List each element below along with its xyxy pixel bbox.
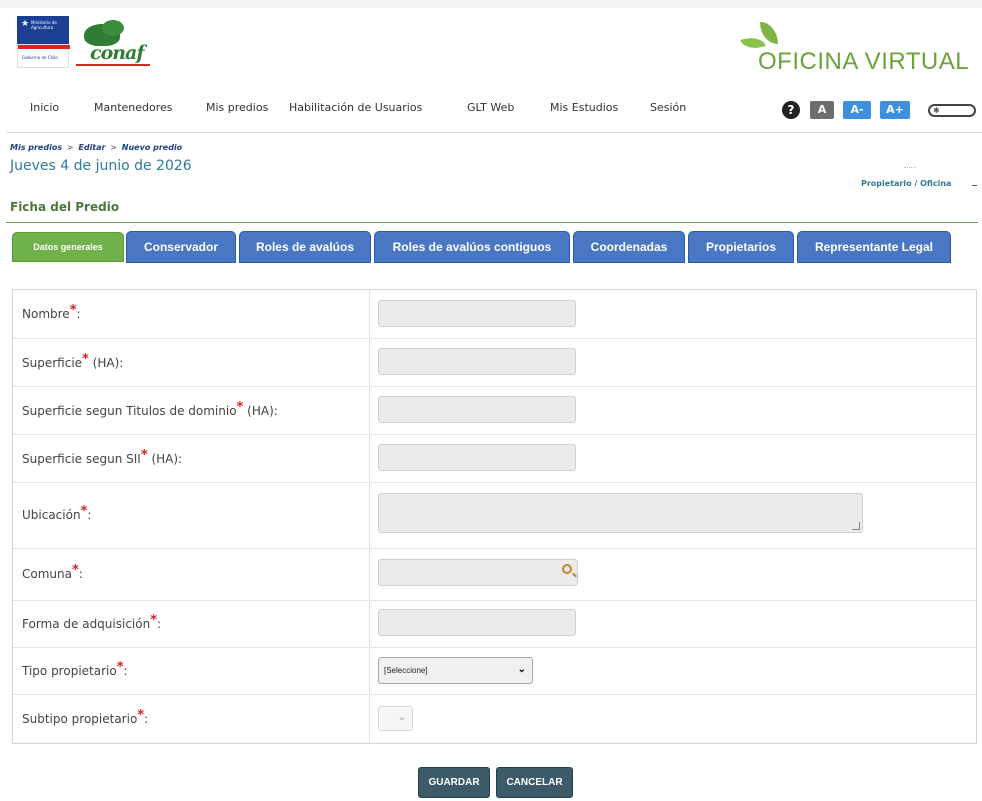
required-marker: * <box>236 400 244 415</box>
form-row-nombre: Nombre*: <box>13 290 976 339</box>
label-forma-adquisicion: Forma de adquisición*: <box>22 613 162 631</box>
comuna-input[interactable] <box>378 559 578 586</box>
font-normal-button[interactable]: A <box>810 101 834 119</box>
gobierno-logo-text: Ministerio de Agricultura <box>31 20 57 30</box>
required-marker: * <box>140 448 148 463</box>
header-divider <box>6 132 982 133</box>
label-superficie: Superficie* (HA): <box>22 352 124 370</box>
required-marker: * <box>69 303 77 318</box>
form-row-tipo-propietario: Tipo propietario*: [Seleccione] ⌄ <box>13 648 976 695</box>
cancel-button[interactable]: CANCELAR <box>496 767 573 798</box>
current-date: Jueves 4 de junio de 2026 <box>10 158 192 174</box>
contrast-toggle[interactable]: ✱ <box>928 104 976 117</box>
top-strip <box>0 0 982 8</box>
oficina-virtual-logo: OFICINA VIRTUAL <box>738 18 978 76</box>
superficie-sii-input[interactable] <box>378 444 576 471</box>
font-smaller-button[interactable]: A- <box>843 101 871 119</box>
nav-item-sesion[interactable]: Sesión <box>650 101 686 114</box>
tab-roles-avaluos-contiguos[interactable]: Roles de avalúos contiguos <box>374 231 570 263</box>
form-row-superficie-titulos: Superficie segun Titulos de dominio* (HA… <box>13 387 976 435</box>
form-row-subtipo-propietario: Subtipo propietario*: ⌄ <box>13 695 976 743</box>
tab-coordenadas[interactable]: Coordenadas <box>573 231 685 263</box>
form-row-superficie-sii: Superficie segun SII* (HA): <box>13 435 976 483</box>
gobierno-logo-sub: Gobierno de Chile <box>22 55 58 60</box>
oficina-virtual-text: OFICINA VIRTUAL <box>758 48 970 75</box>
nav-item-inicio[interactable]: Inicio <box>30 101 59 114</box>
required-marker: * <box>150 613 158 628</box>
required-marker: * <box>71 563 79 578</box>
nav-item-mantenedores[interactable]: Mantenedores <box>94 101 173 114</box>
nav-item-mis-estudios[interactable]: Mis Estudios <box>550 101 618 114</box>
breadcrumb-mis-predios[interactable]: Mis predios <box>10 143 62 152</box>
label-nombre: Nombre*: <box>22 303 81 321</box>
form-row-comuna: Comuna*: <box>13 549 976 601</box>
chevron-down-icon: ⌄ <box>397 712 406 723</box>
nombre-input[interactable] <box>378 300 576 327</box>
nav-item-glt-web[interactable]: GLT Web <box>467 101 514 114</box>
form-row-superficie: Superficie* (HA): <box>13 339 976 387</box>
form-row-forma-adquisicion: Forma de adquisición*: <box>13 601 976 648</box>
superficie-input[interactable] <box>378 348 576 375</box>
label-superficie-sii: Superficie segun SII* (HA): <box>22 448 183 466</box>
forma-adquisicion-input[interactable] <box>378 609 576 636</box>
save-button[interactable]: GUARDAR <box>418 767 490 798</box>
tab-datos-generales[interactable]: Datos generales <box>12 232 124 262</box>
superficie-titulos-input[interactable] <box>378 396 576 423</box>
subtipo-propietario-select[interactable]: ⌄ <box>378 706 413 731</box>
nav-item-mis-predios[interactable]: Mis predios <box>206 101 268 114</box>
label-tipo-propietario: Tipo propietario*: <box>22 660 128 678</box>
required-marker: * <box>82 352 89 367</box>
tab-conservador[interactable]: Conservador <box>126 231 236 263</box>
predio-form: Nombre*: Superficie* (HA): Superficie se… <box>12 289 977 744</box>
required-marker: * <box>116 660 124 675</box>
label-ubicacion: Ubicación*: <box>22 504 92 522</box>
required-marker: * <box>137 708 145 723</box>
gobierno-logo: ★ Ministerio de Agricultura Gobierno de … <box>17 16 70 68</box>
label-subtipo-propietario: Subtipo propietario*: <box>22 708 149 726</box>
nav-item-habilitacion-usuarios[interactable]: Habilitación de Usuarios <box>289 101 422 114</box>
breadcrumb: Mis predios > Editar > Nuevo predio <box>10 143 182 152</box>
question-mark-icon[interactable]: ? <box>782 101 800 119</box>
star-icon: ★ <box>21 19 30 29</box>
label-comuna: Comuna*: <box>22 563 83 581</box>
tipo-propietario-select[interactable]: [Seleccione] ⌄ <box>378 657 533 684</box>
required-marker: * <box>80 504 88 519</box>
conaf-logo-text: conaf <box>90 42 145 64</box>
form-row-ubicacion: Ubicación*: <box>13 483 976 549</box>
conaf-logo: conaf <box>76 18 152 68</box>
ubicacion-textarea[interactable] <box>378 493 863 533</box>
breadcrumb-nuevo-predio: Nuevo predio <box>121 143 183 152</box>
tab-representante-legal[interactable]: Representante Legal <box>797 231 951 263</box>
resize-handle-icon[interactable] <box>852 522 860 530</box>
breadcrumb-editar[interactable]: Editar <box>78 143 105 152</box>
magnifier-icon[interactable] <box>562 564 572 574</box>
label-superficie-titulos: Superficie segun Titulos de dominio* (HA… <box>22 400 278 418</box>
tab-propietarios[interactable]: Propietarios <box>688 231 794 263</box>
chevron-down-icon: ⌄ <box>517 664 526 675</box>
tab-roles-avaluos[interactable]: Roles de avalúos <box>239 231 371 263</box>
section-divider <box>6 222 978 223</box>
sun-icon: ✱ <box>933 106 940 115</box>
breadcrumb-separator: > <box>110 143 117 152</box>
font-larger-button[interactable]: A+ <box>880 101 910 119</box>
tipo-propietario-value: [Seleccione] <box>384 666 428 675</box>
page: ★ Ministerio de Agricultura Gobierno de … <box>0 0 982 801</box>
user-role: Propietario / Oficina <box>861 179 952 188</box>
section-title: Ficha del Predio <box>10 200 120 214</box>
breadcrumb-separator: > <box>66 143 74 152</box>
